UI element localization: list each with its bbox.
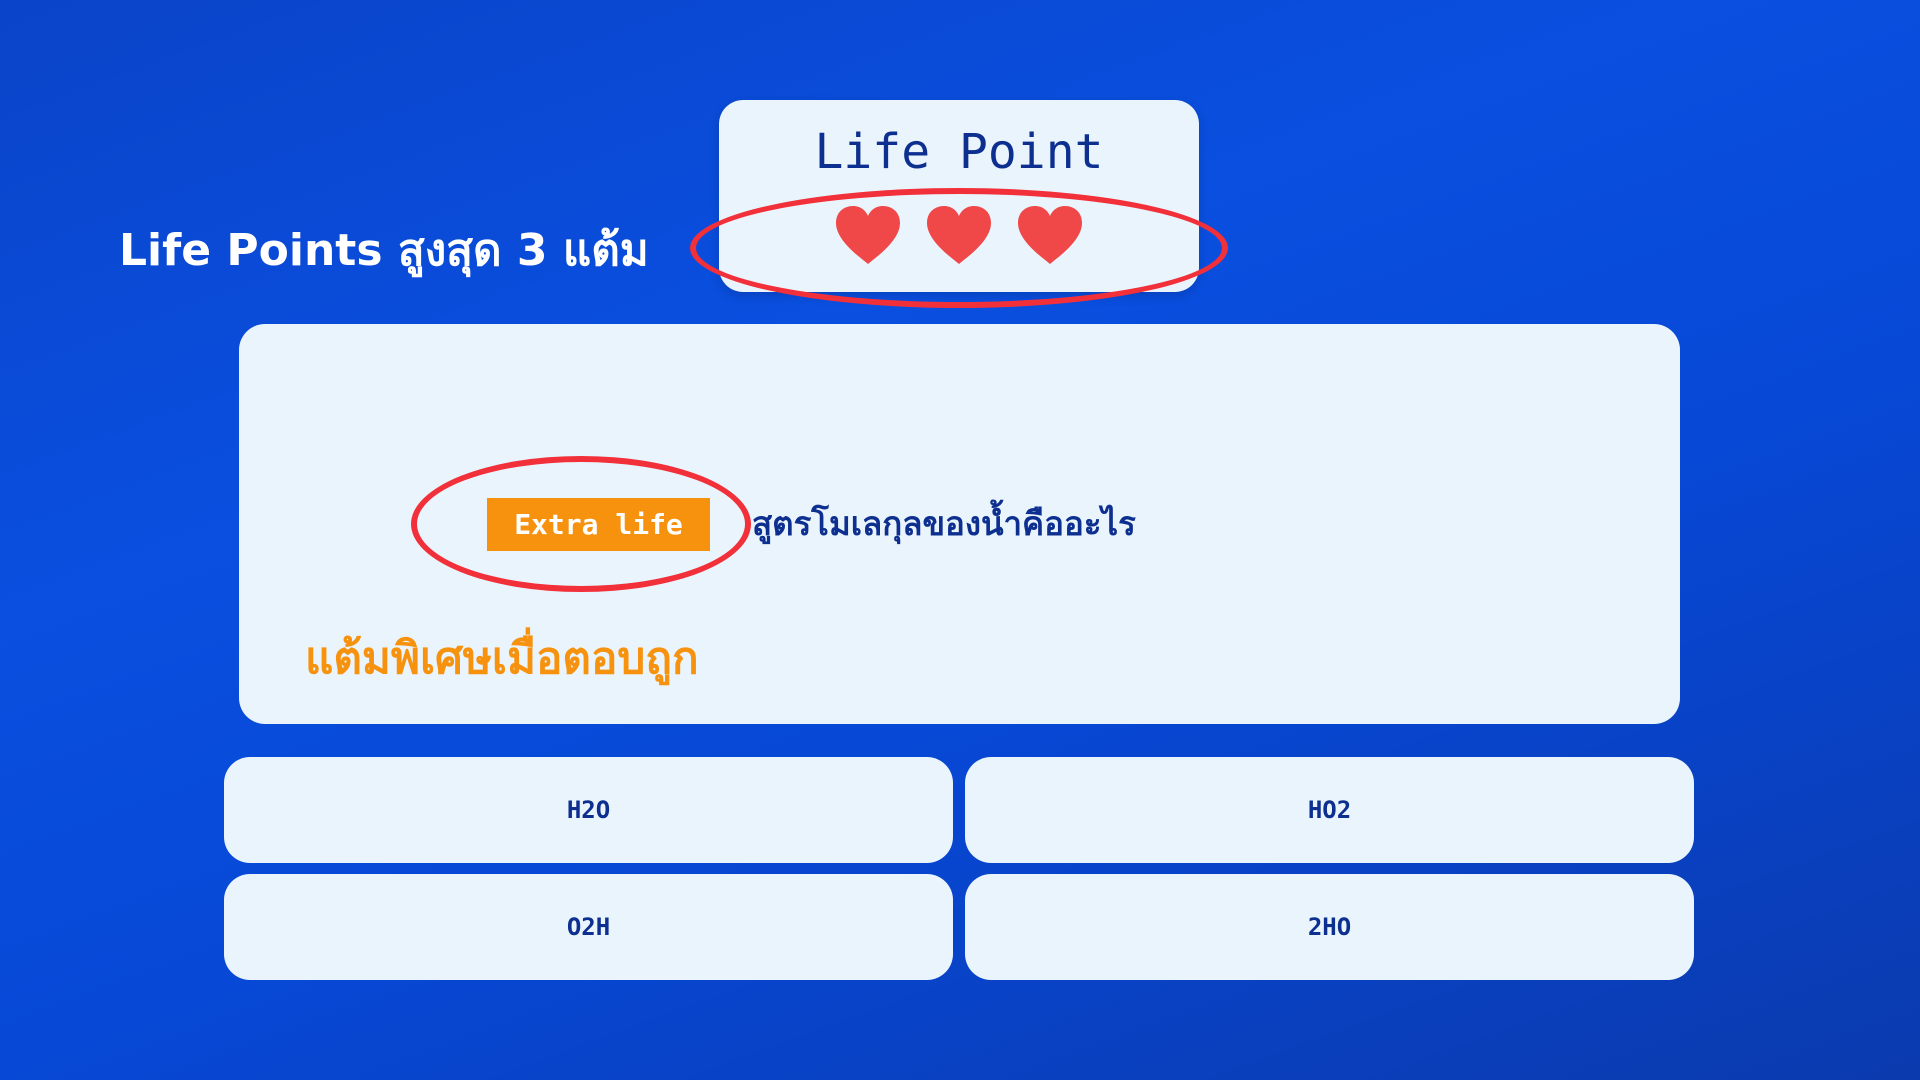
life-point-title: Life Point bbox=[814, 124, 1104, 180]
answer-option-2[interactable]: HO2 bbox=[965, 757, 1694, 863]
answer-option-3[interactable]: O2H bbox=[224, 874, 953, 980]
hearts-highlight-ring bbox=[690, 188, 1228, 308]
extra-life-highlight-ring bbox=[411, 456, 751, 592]
bonus-note: แต้มพิเศษเมื่อตอบถูก bbox=[305, 633, 699, 684]
life-points-caption: Life Points สูงสุด 3 แต้ม bbox=[119, 225, 649, 276]
answer-option-4[interactable]: 2HO bbox=[965, 874, 1694, 980]
answer-option-1[interactable]: H2O bbox=[224, 757, 953, 863]
question-text: สูตรโมเลกุลของน้ำคืออะไร bbox=[752, 504, 1136, 543]
